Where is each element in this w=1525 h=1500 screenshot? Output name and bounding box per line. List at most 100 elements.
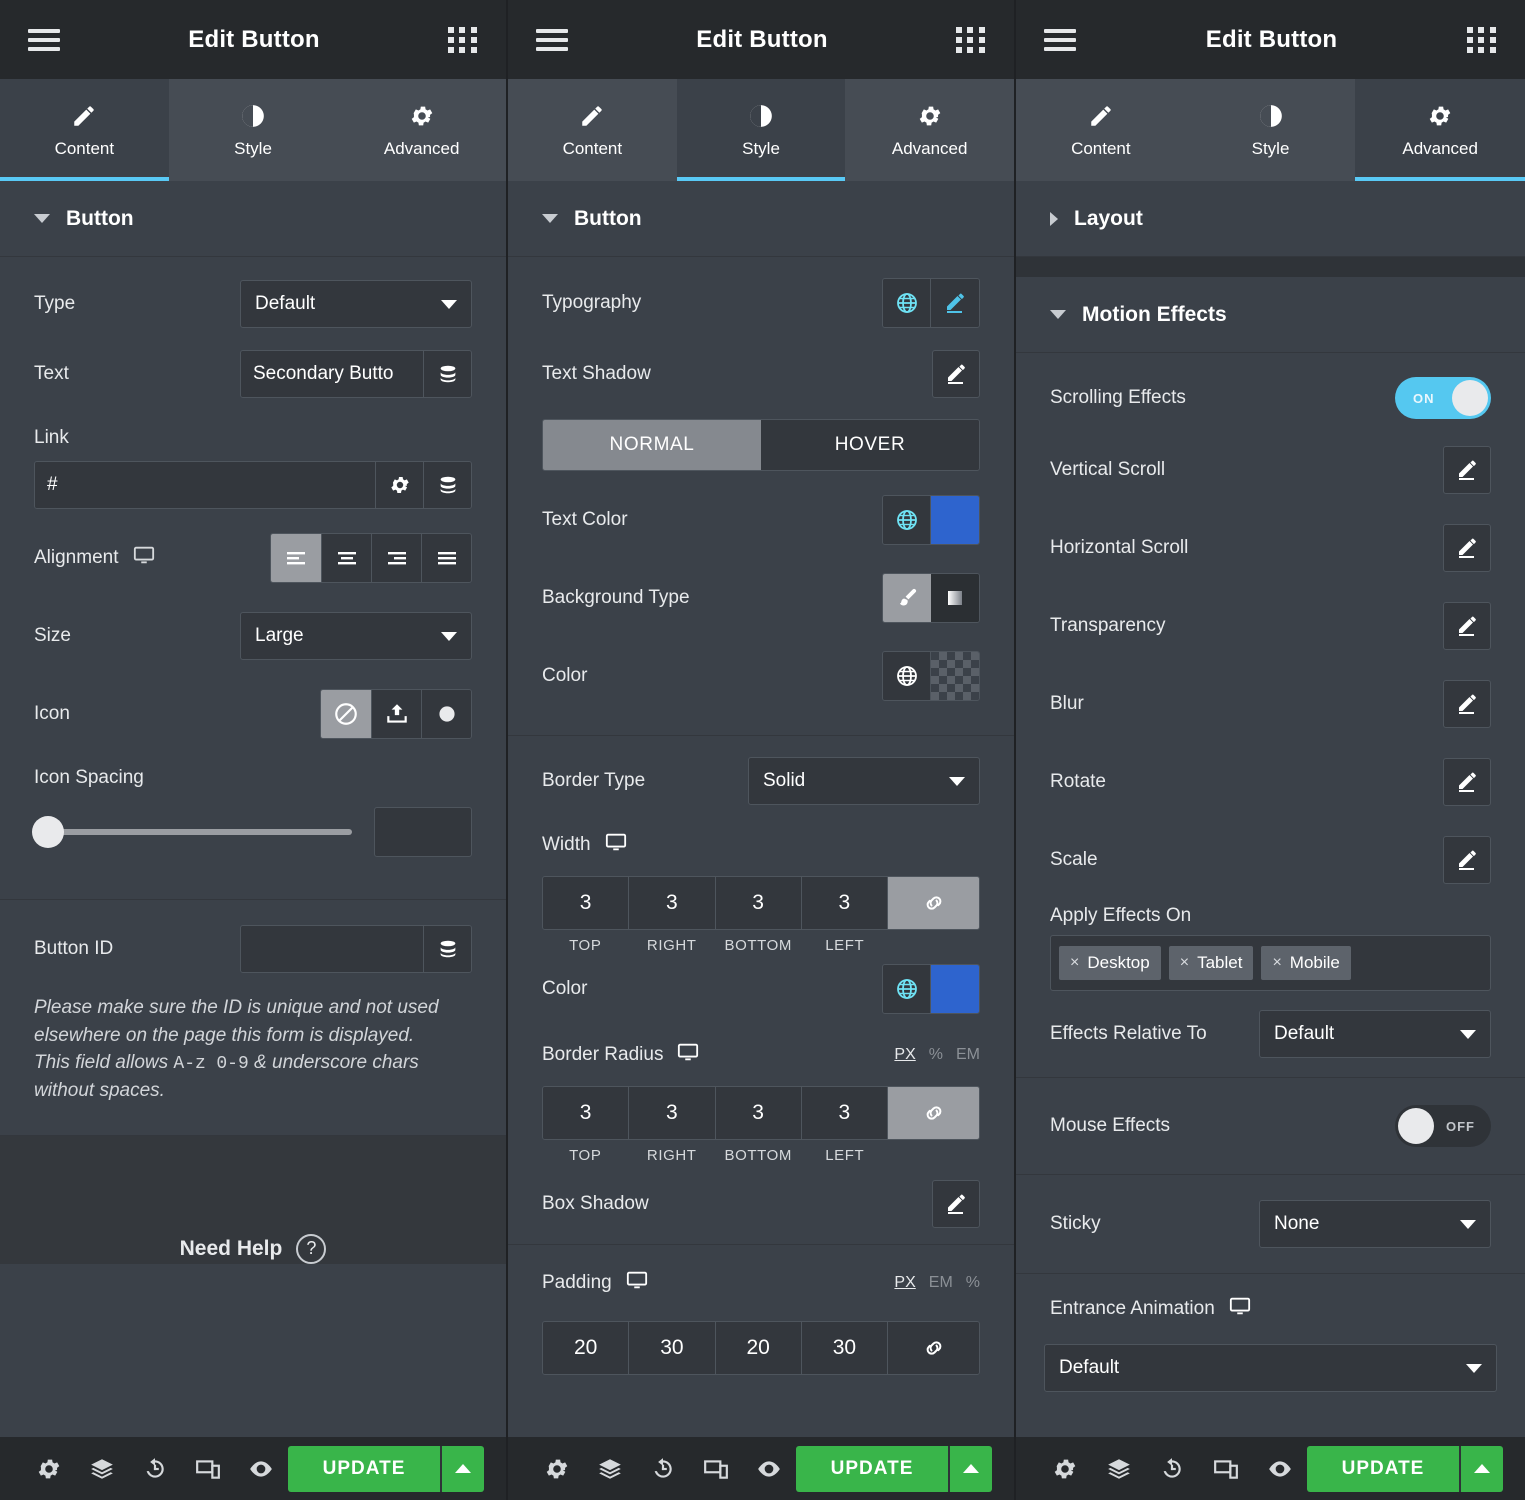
align-left-icon[interactable] [271,534,321,582]
preview-icon[interactable] [1253,1437,1307,1500]
link-options-gear-icon[interactable] [375,462,423,508]
desktop-icon[interactable] [1229,1295,1251,1323]
border-width-top-input[interactable]: 3 [543,877,628,929]
tab-style[interactable]: Style [169,79,338,181]
globe-icon[interactable] [883,496,931,544]
bg-color-swatch-transparent[interactable] [931,652,979,700]
blur-edit-pencil-icon[interactable] [1443,680,1491,728]
tab-advanced[interactable]: Advanced [845,79,1014,181]
link-values-icon[interactable] [887,1087,979,1139]
desktop-icon[interactable] [605,831,627,859]
unit-em[interactable]: EM [956,1046,980,1064]
remove-tag-icon[interactable]: × [1272,954,1281,972]
upload-icon[interactable] [371,690,421,738]
update-options-button[interactable] [948,1446,992,1492]
tag-mobile[interactable]: ×Mobile [1261,946,1350,980]
unit-percent[interactable]: % [966,1274,980,1292]
need-help-button[interactable]: Need Help ? [180,1234,327,1264]
rotate-edit-pencil-icon[interactable] [1443,758,1491,806]
settings-gear-icon[interactable] [530,1437,583,1500]
dynamic-tags-icon[interactable] [423,351,471,397]
border-radius-top-input[interactable]: 3 [543,1087,628,1139]
mouse-effects-toggle[interactable]: OFF [1395,1105,1491,1147]
menu-icon[interactable] [1044,29,1076,51]
sticky-select[interactable]: None [1259,1200,1491,1248]
section-button-header[interactable]: Button [508,181,1014,257]
desktop-icon[interactable] [626,1269,648,1297]
border-type-select[interactable]: Solid [748,757,980,805]
border-radius-bottom-input[interactable]: 3 [715,1087,801,1139]
layers-icon[interactable] [1092,1437,1146,1500]
type-select[interactable]: Default [240,280,472,328]
desktop-icon[interactable] [677,1041,699,1069]
section-button-header[interactable]: Button [0,181,506,257]
widgets-grid-icon[interactable] [956,27,986,53]
align-center-icon[interactable] [321,534,371,582]
layers-icon[interactable] [583,1437,636,1500]
slider-thumb[interactable] [32,816,64,848]
settings-gear-icon[interactable] [1038,1437,1092,1500]
padding-top-input[interactable]: 20 [543,1322,628,1374]
layers-icon[interactable] [75,1437,128,1500]
menu-icon[interactable] [28,29,60,51]
globe-icon[interactable] [883,965,931,1013]
typography-edit-pencil-icon[interactable] [931,279,979,327]
tag-tablet[interactable]: ×Tablet [1169,946,1254,980]
state-tab-hover[interactable]: HOVER [761,420,979,470]
history-icon[interactable] [1146,1437,1200,1500]
globe-icon[interactable] [883,652,931,700]
border-width-left-input[interactable]: 3 [801,877,887,929]
circle-icon[interactable] [421,690,471,738]
apply-effects-on-tagfield[interactable]: ×Desktop ×Tablet ×Mobile [1050,935,1491,991]
desktop-icon[interactable] [133,544,155,572]
update-button[interactable]: UPDATE [796,1446,948,1492]
responsive-icon[interactable] [690,1437,743,1500]
transparency-edit-pencil-icon[interactable] [1443,602,1491,650]
globe-icon[interactable] [883,279,931,327]
widgets-grid-icon[interactable] [448,27,478,53]
effects-relative-to-select[interactable]: Default [1259,1010,1491,1058]
padding-bottom-input[interactable]: 20 [715,1322,801,1374]
remove-tag-icon[interactable]: × [1180,954,1189,972]
responsive-icon[interactable] [1199,1437,1253,1500]
unit-px[interactable]: PX [894,1274,915,1292]
state-tab-normal[interactable]: NORMAL [543,420,761,470]
text-color-swatch[interactable] [931,496,979,544]
box-shadow-edit-pencil-icon[interactable] [932,1180,980,1228]
unit-percent[interactable]: % [929,1046,943,1064]
tab-content[interactable]: Content [0,79,169,181]
unit-em[interactable]: EM [929,1274,953,1292]
none-icon[interactable] [321,690,371,738]
padding-right-input[interactable]: 30 [628,1322,714,1374]
tab-advanced[interactable]: Advanced [1355,79,1525,181]
history-icon[interactable] [636,1437,689,1500]
update-button[interactable]: UPDATE [1307,1446,1459,1492]
button-id-input[interactable] [241,926,423,972]
settings-gear-icon[interactable] [22,1437,75,1500]
text-shadow-edit-pencil-icon[interactable] [932,350,980,398]
widgets-grid-icon[interactable] [1467,27,1497,53]
align-justify-icon[interactable] [421,534,471,582]
preview-icon[interactable] [235,1437,288,1500]
text-input[interactable]: Secondary Butto [241,351,423,397]
update-options-button[interactable] [1459,1446,1503,1492]
size-select[interactable]: Large [240,612,472,660]
border-color-swatch[interactable] [931,965,979,1013]
preview-icon[interactable] [743,1437,796,1500]
vertical-scroll-edit-pencil-icon[interactable] [1443,446,1491,494]
icon-spacing-input[interactable] [374,807,472,857]
dynamic-tags-icon[interactable] [423,926,471,972]
update-button[interactable]: UPDATE [288,1446,440,1492]
section-layout-header[interactable]: Layout [1016,181,1525,257]
tab-content[interactable]: Content [508,79,677,181]
dynamic-tags-icon[interactable] [423,462,471,508]
icon-spacing-slider[interactable] [34,829,352,835]
history-icon[interactable] [128,1437,181,1500]
update-options-button[interactable] [440,1446,484,1492]
border-width-bottom-input[interactable]: 3 [715,877,801,929]
link-input[interactable]: # [35,462,375,508]
responsive-icon[interactable] [182,1437,235,1500]
tab-advanced[interactable]: Advanced [337,79,506,181]
unit-px[interactable]: PX [894,1046,915,1064]
entrance-animation-select[interactable]: Default [1044,1344,1497,1392]
